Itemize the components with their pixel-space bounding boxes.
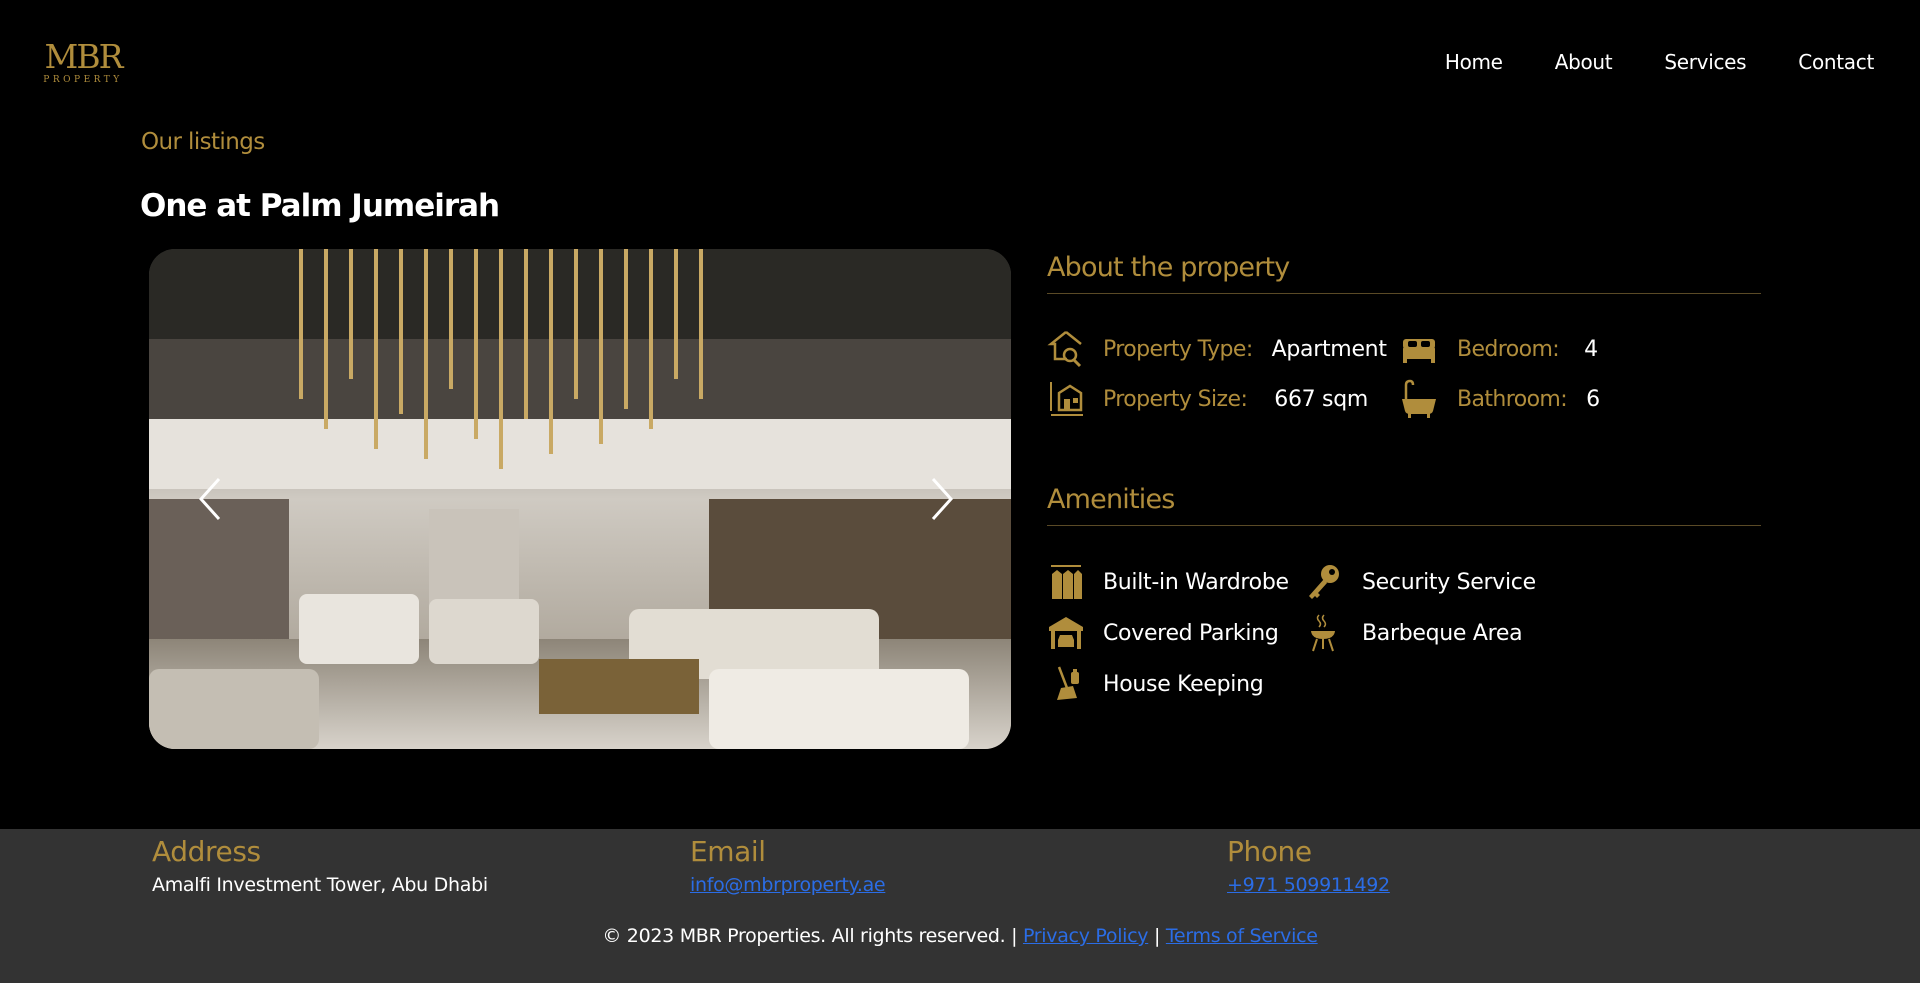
amenities-section: Amenities — [1047, 484, 1761, 526]
garage-icon — [1049, 617, 1083, 649]
bedroom-label: Bedroom: — [1457, 336, 1560, 362]
property-size-icon — [1050, 382, 1083, 416]
copyright-text: © 2023 MBR Properties. All rights reserv… — [602, 925, 1018, 947]
amenity-label: Security Service — [1362, 569, 1536, 595]
bedroom-row: Bedroom: 4 — [1400, 329, 1598, 369]
bathroom-row: Bathroom: 6 — [1400, 379, 1600, 419]
property-type-label: Property Type: — [1103, 336, 1253, 362]
bathtub-icon — [1402, 379, 1436, 418]
property-photo — [149, 249, 1011, 749]
terms-of-service-link[interactable]: Terms of Service — [1166, 925, 1318, 947]
amenity-item: House Keeping — [1047, 664, 1264, 704]
amenity-item: Security Service — [1304, 562, 1536, 602]
footer-email: Email info@mbrproperty.ae — [690, 835, 886, 896]
carousel-next-arrow-icon[interactable] — [927, 475, 957, 523]
section-eyebrow: Our listings — [141, 129, 265, 155]
nav-contact[interactable]: Contact — [1798, 50, 1874, 74]
key-icon — [1309, 565, 1339, 599]
footer-phone: Phone +971 509911492 — [1227, 835, 1390, 896]
property-photo-carousel[interactable] — [149, 249, 1011, 749]
amenity-label: Covered Parking — [1103, 620, 1279, 646]
footer-email-heading: Email — [690, 835, 766, 868]
bathroom-label: Bathroom: — [1457, 386, 1568, 412]
about-property-section: About the property — [1047, 252, 1761, 294]
footer-copyright: © 2023 MBR Properties. All rights reserv… — [0, 925, 1920, 947]
amenity-label: House Keeping — [1103, 671, 1264, 697]
footer-address-heading: Address — [152, 835, 261, 868]
footer-phone-link[interactable]: +971 509911492 — [1227, 874, 1390, 896]
amenity-item: Built-in Wardrobe — [1047, 562, 1289, 602]
house-search-icon — [1047, 331, 1082, 368]
amenities-heading: Amenities — [1047, 484, 1761, 526]
property-size-row: Property Size: 667 sqm — [1047, 379, 1368, 419]
nav-home[interactable]: Home — [1445, 50, 1503, 74]
property-size-value: 667 sqm — [1274, 386, 1369, 412]
bedroom-value: 4 — [1584, 336, 1598, 362]
footer-phone-heading: Phone — [1227, 835, 1312, 868]
nav-services[interactable]: Services — [1664, 50, 1746, 74]
main-nav: Home About Services Contact — [1445, 50, 1874, 74]
footer-email-link[interactable]: info@mbrproperty.ae — [690, 874, 886, 896]
about-property-heading: About the property — [1047, 252, 1761, 294]
housekeeping-icon — [1057, 666, 1079, 700]
barbeque-icon — [1311, 614, 1335, 652]
footer-address: Address Amalfi Investment Tower, Abu Dha… — [152, 835, 488, 896]
amenity-item: Barbeque Area — [1304, 613, 1523, 653]
logo-mark: MBR — [44, 37, 124, 76]
logo[interactable]: MBR PROPERTY — [40, 37, 126, 86]
wardrobe-icon — [1051, 565, 1082, 599]
bed-icon — [1403, 339, 1435, 363]
amenity-label: Built-in Wardrobe — [1103, 569, 1289, 595]
amenity-item: Covered Parking — [1047, 613, 1279, 653]
page-title: One at Palm Jumeirah — [140, 188, 500, 224]
logo-subtitle: PROPERTY — [43, 75, 123, 85]
property-type-row: Property Type: Apartment — [1047, 329, 1387, 369]
amenity-label: Barbeque Area — [1362, 620, 1523, 646]
property-type-value: Apartment — [1271, 336, 1387, 362]
bathroom-value: 6 — [1586, 386, 1600, 412]
property-size-label: Property Size: — [1103, 386, 1248, 412]
footer-address-value: Amalfi Investment Tower, Abu Dhabi — [152, 874, 488, 896]
privacy-policy-link[interactable]: Privacy Policy — [1023, 925, 1149, 947]
carousel-prev-arrow-icon[interactable] — [195, 475, 225, 523]
footer-separator: | — [1154, 925, 1161, 947]
footer: Address Amalfi Investment Tower, Abu Dha… — [0, 829, 1920, 983]
nav-about[interactable]: About — [1555, 50, 1613, 74]
